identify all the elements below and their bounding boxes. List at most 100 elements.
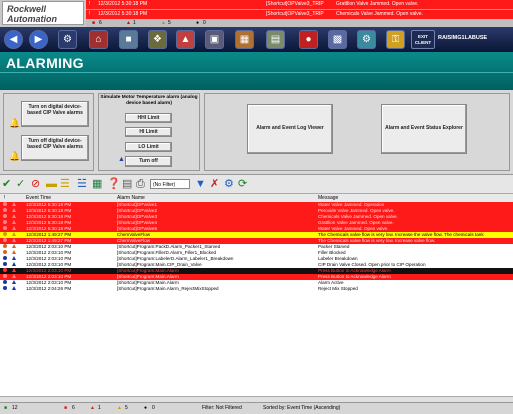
state-icon: [12, 226, 16, 230]
warning-icon: ▲: [90, 405, 95, 411]
filter-select[interactable]: (No Filter): [150, 179, 190, 189]
banner-time: 12/3/2012 5:30:18 PM: [98, 11, 148, 17]
state-icon: [12, 280, 16, 284]
column-event-time[interactable]: Event Time: [26, 194, 51, 202]
severity-icon: [3, 268, 7, 272]
valve-icon[interactable]: ❖: [148, 30, 167, 49]
state-icon: [12, 250, 16, 254]
column-status[interactable]: !: [4, 194, 5, 202]
alert-icon: ▲: [117, 405, 122, 411]
page-title: ALARMING: [6, 55, 84, 71]
severity-icon: [3, 220, 7, 224]
sort-icon[interactable]: ▤: [122, 178, 132, 191]
reports-icon[interactable]: ▤: [266, 30, 285, 49]
severity-icon: [3, 262, 7, 266]
trend-icon[interactable]: ▩: [328, 30, 347, 49]
status-explorer-button[interactable]: Alarm and Event Status Explorer: [381, 104, 467, 154]
bell-icon: ■: [92, 20, 96, 26]
tool-icon[interactable]: ⚙: [58, 30, 77, 49]
acknowledge-all-icon[interactable]: ✓: [16, 178, 25, 191]
severity-icon: [3, 226, 7, 230]
table-row[interactable]: 12/3/2012 2:04:26 PM [Shortcut]Program:Ma…: [0, 286, 513, 292]
alarm-icon[interactable]: ●: [299, 30, 318, 49]
hhi-limit-button[interactable]: HHI Limit: [125, 113, 172, 123]
network-icon[interactable]: ⚙: [357, 30, 376, 49]
circle-icon: ●: [144, 405, 148, 411]
settings-icon[interactable]: ⚙: [224, 178, 234, 191]
state-icon: [12, 202, 16, 206]
column-message[interactable]: Message: [318, 194, 338, 202]
forward-icon[interactable]: ▶: [29, 30, 48, 49]
sort-status: Sorted by: Event Time (Ascending): [263, 405, 341, 411]
event-time: 12/3/2012 2:04:26 PM: [26, 286, 72, 291]
alarm-name: [Shortcut]Program:Main.Alarm_RejectMixSt…: [117, 286, 219, 291]
filter-icon[interactable]: ▼: [195, 178, 206, 191]
severity-icon: [3, 244, 7, 248]
state-icon: [12, 262, 16, 266]
acknowledge-icon[interactable]: ✔: [2, 178, 11, 191]
state-icon: [12, 256, 16, 260]
column-alarm-name[interactable]: Alarm Name: [117, 194, 145, 202]
severity-icon: [3, 214, 7, 218]
status-bar: ■ 12 ■ 6 ▲ 1 ▲ 5 ● 0 Filter: Not Filtere…: [0, 402, 513, 414]
banner-row[interactable]: ! 12/3/2012 5:30:18 PM [Shortcut]OPValve…: [86, 9, 513, 19]
count-d: 0: [203, 20, 206, 26]
print-icon[interactable]: ⎙: [136, 178, 145, 191]
shelve-icon[interactable]: ☰: [60, 178, 70, 191]
hi-limit-button[interactable]: HI Limit: [125, 127, 172, 137]
severity-icon: [3, 274, 7, 278]
chemical-icon[interactable]: ▲: [176, 30, 195, 49]
refresh-icon[interactable]: ⟳: [238, 178, 247, 191]
count-b: 1: [98, 405, 101, 411]
severity-icon: [3, 232, 7, 236]
navigation-toolbar: ◀ ▶ ⚙ ⌂ ■ ❖ ▲ ▣ ▦ ▤ ● ▩ ⚙ ⚿ EXIT CLIENT …: [0, 27, 513, 52]
disable-icon[interactable]: ⊘: [31, 178, 40, 191]
log-viewer-button[interactable]: Alarm and Event Log Viewer: [247, 104, 333, 154]
banner-msg: Grattlion Valve Jammed. Open valve.: [336, 1, 419, 7]
exit-client-button[interactable]: EXIT CLIENT: [411, 30, 435, 49]
severity-icon: [3, 208, 7, 212]
severity-icon: [3, 256, 7, 260]
export-icon[interactable]: ▦: [92, 178, 102, 191]
rockwell-logo: Rockwell Automation: [2, 1, 84, 25]
header-divider: [0, 72, 513, 73]
control-panel: Turn on digital device-based CIP Valve a…: [0, 90, 513, 173]
severity-icon: [3, 250, 7, 254]
machine-icon[interactable]: ▣: [205, 30, 224, 49]
simulate-title: Simulate Motor Temperature alarm (analog…: [100, 95, 198, 106]
process-icon[interactable]: ■: [119, 30, 138, 49]
turn-on-valve-alarms-button[interactable]: Turn on digital device-based CIP Valve a…: [21, 101, 89, 127]
turn-off-valve-alarms-button[interactable]: Turn off digital device-based CIP Valve …: [21, 135, 89, 161]
banner-row[interactable]: ! 12/3/2012 5:30:18 PM [Shortcut]OPValve…: [86, 0, 513, 9]
banner-tag: [Shortcut]OPValve3_TRIP: [266, 11, 324, 17]
bell-icon: 🔔: [9, 118, 21, 128]
alert-icon: ▲: [161, 20, 166, 26]
total-count: 12: [12, 405, 18, 411]
back-icon[interactable]: ◀: [4, 30, 23, 49]
state-icon: [12, 208, 16, 212]
state-icon: [12, 268, 16, 272]
total-icon: ■: [4, 405, 8, 411]
count-c: 5: [168, 20, 171, 26]
severity-icon: [3, 280, 7, 284]
package-icon[interactable]: ▦: [235, 30, 254, 49]
severity-icon: [3, 202, 7, 206]
turn-off-simulation-button[interactable]: Turn off: [125, 156, 172, 167]
state-icon: [12, 286, 16, 290]
alarm-table: 12/3/2012 5:30:18 PM [Shortcut]OPValve1 Wa…: [0, 202, 513, 397]
message: Reject Mix Stopped: [318, 286, 358, 291]
alarm-banner[interactable]: ! 12/3/2012 5:30:18 PM [Shortcut]OPValve…: [86, 0, 513, 19]
clear-filter-icon[interactable]: ✗: [210, 178, 219, 191]
filter-status: Filter: Not Filtered: [202, 405, 242, 411]
lo-limit-button[interactable]: LO Limit: [125, 142, 172, 152]
count-b: 1: [133, 20, 136, 26]
suppress-icon[interactable]: ▬: [46, 178, 57, 191]
button-label: Alarm and Event Status Explorer: [385, 125, 463, 131]
banner-counts: ■ 6 ▲ 1 ▲ 5 ● 0: [86, 19, 513, 27]
help-icon[interactable]: ❓: [107, 178, 121, 191]
bell-off-icon: ▲: [118, 156, 125, 163]
bell-icon: ■: [64, 405, 68, 411]
key-icon[interactable]: ⚿: [386, 30, 405, 49]
details-icon[interactable]: ☱: [77, 178, 87, 191]
home-icon[interactable]: ⌂: [89, 30, 108, 49]
